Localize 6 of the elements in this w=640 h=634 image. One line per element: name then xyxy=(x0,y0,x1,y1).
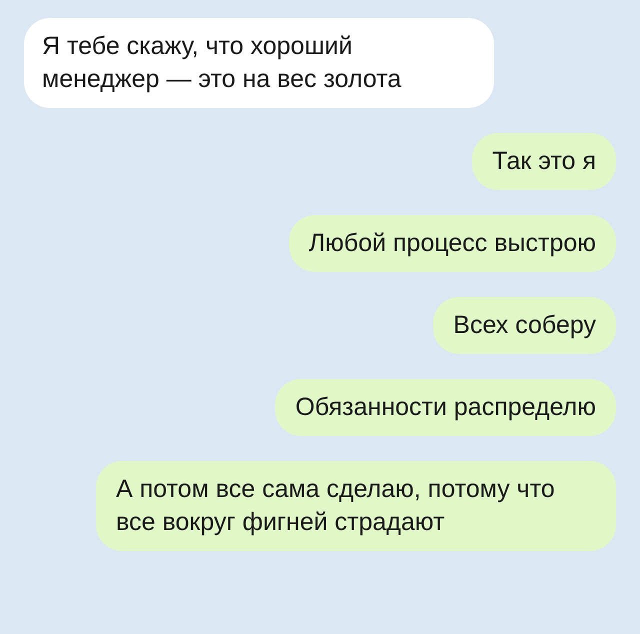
outgoing-message: А потом все сама сделаю, потому что все вокруг фигней страдают xyxy=(96,461,616,551)
outgoing-message: Всех соберу xyxy=(433,297,616,354)
incoming-message: Я тебе скажу, что хороший менеджер — это на вес золота xyxy=(24,18,494,108)
outgoing-message: Любой процесс выстрою xyxy=(288,215,616,272)
outgoing-message: Обязанности распределю xyxy=(275,379,616,436)
outgoing-message: Так это я xyxy=(472,133,616,190)
